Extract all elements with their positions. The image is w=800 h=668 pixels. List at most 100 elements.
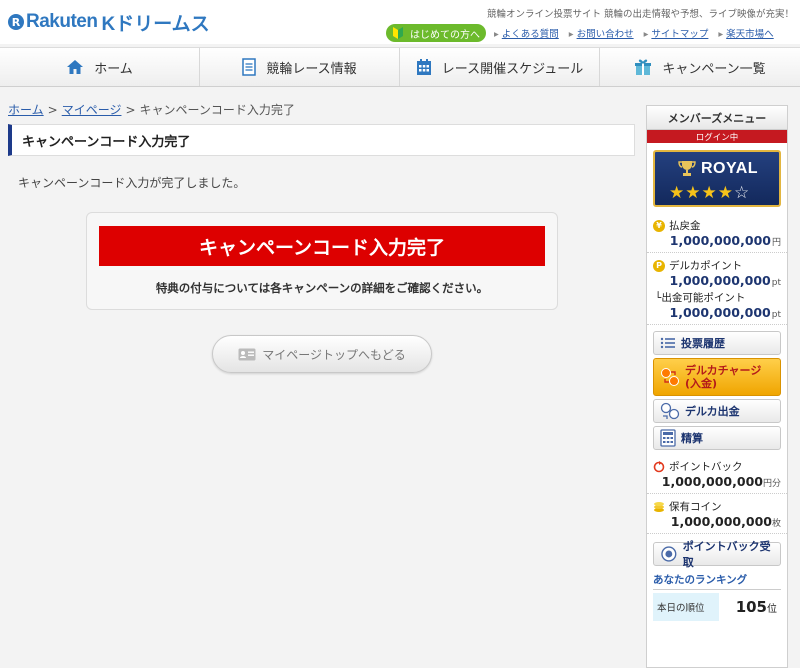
payout-label-row: ¥ 払戻金 [653, 218, 781, 233]
header-links: よくある質問 お問い合わせ サイトマップ 楽天市場へ [494, 26, 784, 40]
breadcrumb-separator: > [47, 103, 58, 117]
trophy-icon [678, 161, 696, 176]
site-tagline: 競輪オンライン投票サイト 競輪の出走情報や予想、ライブ映像が充実！ [486, 9, 794, 20]
breadcrumb-separator: > [125, 103, 136, 117]
completion-message: キャンペーンコード入力が完了しました。 [18, 176, 246, 190]
ranking-today-label: 本日の順位 [653, 593, 719, 621]
nav-race-info[interactable]: 競輪レース情報 [200, 48, 400, 86]
completion-note: 特典の付与については各キャンペーンの詳細をご確認ください。 [155, 281, 489, 295]
delca-points-value: 1,000,000,000 [669, 273, 771, 288]
completion-banner: キャンペーンコード入力完了 [99, 226, 545, 266]
beginner-guide-button[interactable]: はじめての方へ [386, 24, 486, 42]
withdraw-coins-icon [660, 402, 680, 420]
back-to-mypage-button[interactable]: マイページトップへもどる [212, 335, 432, 373]
payout-value-row: 1,000,000,000円 [653, 233, 781, 248]
pointback-cycle-icon [653, 460, 665, 472]
settlement-label: 精算 [681, 432, 703, 445]
withdrawable-value: 1,000,000,000 [669, 305, 771, 320]
delca-points-label: デルカポイント [669, 260, 743, 272]
ranking-title: あなたのランキング [653, 572, 781, 590]
document-icon [242, 58, 257, 76]
payout-label: 払戻金 [669, 220, 701, 232]
payout-unit: 円 [771, 238, 781, 248]
coins-unit: 枚 [771, 519, 781, 529]
nav-home-label: ホーム [94, 61, 133, 77]
pointback-value-row: 1,000,000,000円分 [653, 474, 781, 489]
withdrawable-unit: pt [771, 310, 781, 320]
pointback-block: ポイントバック 1,000,000,000円分 [647, 454, 787, 494]
withdrawable-label: └出金可能ポイント [655, 292, 746, 304]
breadcrumb: ホーム > マイページ > キャンペーンコード入力完了 [8, 101, 295, 118]
coin-stack-icon [654, 501, 664, 512]
login-status-badge: ログイン中 [647, 130, 787, 143]
payout-block: ¥ 払戻金 1,000,000,000円 [647, 213, 787, 253]
pointback-label: ポイントバック [669, 461, 743, 473]
coins-label-row: 保有コイン [653, 499, 781, 514]
nav-campaigns-label: キャンペーン一覧 [662, 61, 766, 77]
calendar-icon [416, 59, 431, 75]
gift-icon [635, 59, 652, 75]
coins-value-row: 1,000,000,000枚 [653, 514, 781, 529]
rakuten-ichiba-link[interactable]: 楽天市場へ [718, 26, 774, 40]
payout-value: 1,000,000,000 [669, 233, 771, 248]
breadcrumb-mypage[interactable]: マイページ [62, 103, 122, 117]
coins-label: 保有コイン [669, 501, 722, 513]
star-filled-icon: ★ [685, 183, 702, 203]
rank-name: ROYAL [701, 160, 759, 177]
global-nav: ホーム 競輪レース情報 レース開催スケジュール キャンペーン一覧 [0, 47, 800, 87]
site-header: R Rakuten Kドリームス 競輪オンライン投票サイト 競輪の出走情報や予想… [0, 0, 800, 44]
delca-charge-label: デルカチャージ (入金) [685, 364, 762, 390]
members-menu-title: メンバーズメニュー [647, 106, 787, 130]
ranking-today-row: 本日の順位 105位 [653, 593, 781, 621]
breadcrumb-current: キャンペーンコード入力完了 [139, 103, 295, 117]
nav-home[interactable]: ホーム [0, 48, 200, 86]
site-logo[interactable]: R Rakuten Kドリームス [8, 9, 210, 35]
star-empty-icon: ☆ [734, 183, 751, 203]
rakuten-r-icon: R [8, 14, 24, 30]
ranking-today-value: 105 [735, 598, 767, 616]
delca-points-value-row: 1,000,000,000pt [653, 273, 781, 288]
members-menu: メンバーズメニュー ログイン中 ROYAL ★★★★☆ ¥ 払戻金 1,000,0… [646, 105, 788, 668]
delca-withdraw-label: デルカ出金 [685, 405, 740, 418]
pointback-unit: 円分 [762, 479, 781, 489]
settlement-button[interactable]: 精算 [653, 426, 781, 450]
completion-box: キャンペーンコード入力完了 特典の付与については各キャンペーンの詳細をご確認くだ… [86, 212, 558, 310]
faq-link[interactable]: よくある質問 [494, 26, 559, 40]
rank-stars: ★★★★☆ [669, 183, 750, 203]
coins-value: 1,000,000,000 [670, 514, 772, 529]
yen-coin-icon: ¥ [653, 219, 665, 232]
nav-race-info-label: 競輪レース情報 [266, 61, 357, 77]
page-title-text: キャンペーンコード入力完了 [22, 134, 191, 150]
bet-history-label: 投票履歴 [681, 337, 725, 350]
page-title: キャンペーンコード入力完了 [8, 124, 635, 156]
delca-withdraw-button[interactable]: デルカ出金 [653, 399, 781, 423]
star-filled-icon: ★ [669, 183, 686, 203]
nav-schedule-label: レース開催スケジュール [441, 61, 584, 77]
pointback-value: 1,000,000,000 [661, 474, 763, 489]
logo-rakuten-text: Rakuten [26, 11, 98, 32]
point-coin-icon: P [653, 259, 665, 272]
back-to-mypage-label: マイページトップへもどる [262, 347, 406, 362]
pointback-label-row: ポイントバック [653, 459, 781, 474]
withdrawable-value-row: 1,000,000,000pt [653, 305, 781, 320]
ranking-today-value-wrap: 105位 [719, 598, 781, 616]
logo-kdreams-text: Kドリームス [101, 13, 210, 35]
calculator-icon [660, 429, 676, 447]
charge-coins-icon [661, 368, 679, 386]
beginner-guide-label: はじめての方へ [410, 29, 480, 41]
bet-history-button[interactable]: 投票履歴 [653, 331, 781, 355]
star-filled-icon: ★ [701, 183, 718, 203]
beginner-mark-icon [393, 27, 403, 39]
delca-points-label-row: P デルカポイント [653, 258, 781, 273]
nav-campaigns[interactable]: キャンペーン一覧 [600, 48, 800, 86]
list-icon [660, 337, 675, 349]
pointback-receive-button[interactable]: ポイントバック受取 [653, 540, 781, 569]
nav-schedule[interactable]: レース開催スケジュール [400, 48, 600, 86]
sitemap-link[interactable]: サイトマップ [644, 26, 708, 40]
ranking-today-unit: 位 [767, 604, 777, 615]
delca-charge-button[interactable]: デルカチャージ (入金) [653, 358, 781, 396]
breadcrumb-home[interactable]: ホーム [8, 103, 44, 117]
contact-link[interactable]: お問い合わせ [569, 26, 634, 40]
delca-points-block: P デルカポイント 1,000,000,000pt └出金可能ポイント 1,000… [647, 253, 787, 325]
home-icon [67, 60, 84, 74]
